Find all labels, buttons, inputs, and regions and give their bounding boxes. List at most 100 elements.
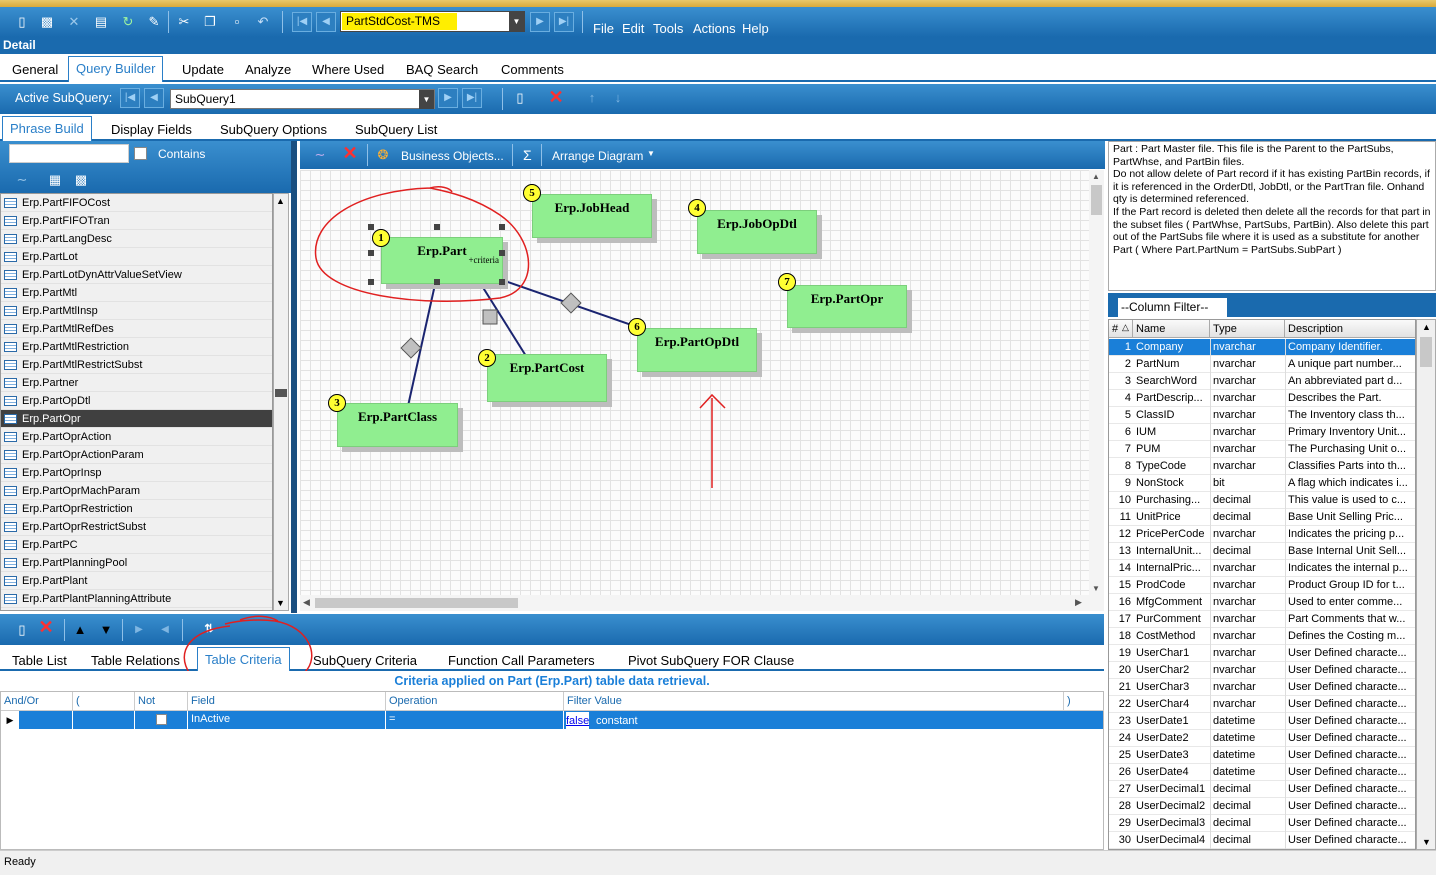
first-subquery-button[interactable]: |◀ [120,88,140,108]
table-list-item[interactable]: Erp.PartLangDesc [1,230,272,248]
criteria-operation-value[interactable]: = [389,710,395,728]
table-list-item[interactable]: Erp.PartMtl [1,284,272,302]
column-row[interactable]: 25 UserDate3 datetime User Defined characte… [1109,747,1415,764]
link-icon[interactable]: ∼ [312,147,328,163]
scroll-down-icon[interactable]: ▼ [1092,584,1100,593]
column-row[interactable]: 11 UnitPrice decimal Base Unit Selling Pric… [1109,509,1415,526]
table-list-item[interactable]: Erp.PartFIFOTran [1,212,272,230]
query-id-combo[interactable]: PartStdCost-TMS ▼ [340,11,525,32]
col-header-name[interactable]: Name [1133,320,1210,338]
delete-icon[interactable]: ✕ [66,14,82,30]
col-header-description[interactable]: Description [1285,320,1415,338]
prev-record-button[interactable]: ◀ [316,12,336,32]
column-row[interactable]: 5 ClassID nvarchar The Inventory class th..… [1109,407,1415,424]
table-list-item[interactable]: Erp.PartOprRestriction [1,500,272,518]
prev-subquery-button[interactable]: ◀ [144,88,164,108]
scroll-up-icon[interactable]: ▲ [1422,322,1431,332]
table-list-item[interactable]: Erp.PartOprAction [1,428,272,446]
column-row[interactable]: 19 UserChar1 nvarchar User Defined characte… [1109,645,1415,662]
arrange-diagram-button[interactable]: Arrange Diagram [552,149,643,163]
menu-tools[interactable]: Tools [653,21,683,36]
menu-edit[interactable]: Edit [622,21,644,36]
table-list-item[interactable]: Erp.PartLotDynAttrValueSetView [1,266,272,284]
column-row[interactable]: 4 PartDescrip... nvarchar Describes the Par… [1109,390,1415,407]
table-list-item[interactable]: Erp.PartPlant [1,572,272,590]
copy-icon[interactable]: ❐ [202,14,218,30]
tab-analyze[interactable]: Analyze [245,62,291,77]
crit-col-operation[interactable]: Operation [386,692,564,711]
criteria-field-value[interactable]: InActive [191,710,230,728]
column-row[interactable]: 13 InternalUnit... decimal Base Internal Un… [1109,543,1415,560]
column-row[interactable]: 12 PricePerCode nvarchar Indicates the pric… [1109,526,1415,543]
column-row[interactable]: 1 Company nvarchar Company Identifier. [1109,339,1415,356]
crit-col-field[interactable]: Field [188,692,386,711]
column-row[interactable]: 14 InternalPric... nvarchar Indicates the i… [1109,560,1415,577]
cut-icon[interactable]: ✂ [176,14,192,30]
next-record-button[interactable]: ▶ [530,12,550,32]
tab-pivot-subquery-for-clause[interactable]: Pivot SubQuery FOR Clause [628,653,794,668]
table-list-item[interactable]: Erp.PartOpDtl [1,392,272,410]
menu-file[interactable]: File [593,21,614,36]
diagram-horizontal-scrollbar[interactable]: ◀ ▶ [300,595,1104,611]
table-icon[interactable]: ▦ [47,172,63,188]
chevron-down-icon[interactable]: ▼ [509,12,524,31]
menu-help[interactable]: Help [742,21,769,36]
column-row[interactable]: 10 Purchasing... decimal This value is used… [1109,492,1415,509]
contains-checkbox[interactable] [134,147,147,160]
undo-icon[interactable]: ↶ [255,14,271,30]
table-list-item[interactable]: Erp.PartLot [1,248,272,266]
table-list[interactable]: Erp.PartFIFOCost Erp.PartFIFOTran Erp.Part… [0,193,273,611]
tab-baq-search[interactable]: BAQ Search [406,62,478,77]
column-grid[interactable]: # △ Name Type Description 1 Company nvarch… [1108,319,1416,850]
refresh-icon[interactable]: ↻ [120,14,136,30]
criteria-row[interactable]: ▶ InActive = false constant [1,710,1103,730]
subquery-combo[interactable]: SubQuery1 ▼ [170,89,435,109]
tab-subquery-list[interactable]: SubQuery List [355,122,437,137]
tab-subquery-options[interactable]: SubQuery Options [220,122,327,137]
new-icon[interactable]: ▯ [14,14,30,30]
tab-where-used[interactable]: Where Used [312,62,384,77]
crit-col-open-paren[interactable]: ( [73,692,135,711]
column-filter-input[interactable]: --Column Filter-- [1118,298,1227,317]
move-up-icon[interactable]: ↑ [584,90,600,106]
crit-col-filter-value[interactable]: Filter Value [564,692,1064,711]
column-row[interactable]: 15 ProdCode nvarchar Product Group ID for t… [1109,577,1415,594]
scrollbar-thumb[interactable] [1420,337,1432,367]
column-row[interactable]: 28 UserDecimal2 decimal User Defined charac… [1109,798,1415,815]
column-row[interactable]: 7 PUM nvarchar The Purchasing Unit o... [1109,441,1415,458]
col-header-number[interactable]: # [1109,320,1133,338]
menu-actions[interactable]: Actions [693,21,736,36]
first-record-button[interactable]: |◀ [292,12,312,32]
scrollbar-thumb[interactable] [275,389,287,397]
filter-value-link[interactable]: false [566,712,590,730]
column-row[interactable]: 17 PurComment nvarchar Part Comments that w… [1109,611,1415,628]
next-subquery-button[interactable]: ▶ [438,88,458,108]
scrollbar-thumb[interactable] [315,598,518,608]
chevron-down-icon[interactable]: ▼ [647,149,655,158]
table-list-item[interactable]: Erp.PartFIFOCost [1,194,272,212]
scroll-up-icon[interactable]: ▲ [276,196,285,206]
clear-icon[interactable]: ✎ [146,14,162,30]
table-list-item[interactable]: Erp.PartMtlRestrictSubst [1,356,272,374]
not-checkbox[interactable] [156,714,167,725]
tab-table-relations[interactable]: Table Relations [91,653,180,668]
table-list-item[interactable]: Erp.PartPlanningPool [1,554,272,572]
move-up-icon[interactable]: ▲ [72,622,88,638]
print-icon[interactable]: ▤ [93,14,109,30]
pane-splitter[interactable] [291,141,297,613]
scrollbar-thumb[interactable] [1091,185,1102,215]
column-row[interactable]: 23 UserDate1 datetime User Defined characte… [1109,713,1415,730]
column-row[interactable]: 2 PartNum nvarchar A unique part number... [1109,356,1415,373]
scroll-down-icon[interactable]: ▼ [1422,837,1431,847]
link-icon[interactable]: ∼ [14,172,30,188]
column-row[interactable]: 16 MfgComment nvarchar Used to enter comme.… [1109,594,1415,611]
tab-general[interactable]: General [12,62,58,77]
tab-update[interactable]: Update [182,62,224,77]
new-subquery-icon[interactable]: ▯ [512,90,528,106]
diagram-vertical-scrollbar[interactable]: ▲ ▼ [1089,170,1104,595]
table-list-item[interactable]: Erp.PartMtlInsp [1,302,272,320]
new-criteria-icon[interactable]: ▯ [14,622,30,638]
column-row[interactable]: 8 TypeCode nvarchar Classifies Parts into t… [1109,458,1415,475]
table-list-item[interactable]: Erp.PartOprMachParam [1,482,272,500]
column-row[interactable]: 9 NonStock bit A flag which indicates i... [1109,475,1415,492]
